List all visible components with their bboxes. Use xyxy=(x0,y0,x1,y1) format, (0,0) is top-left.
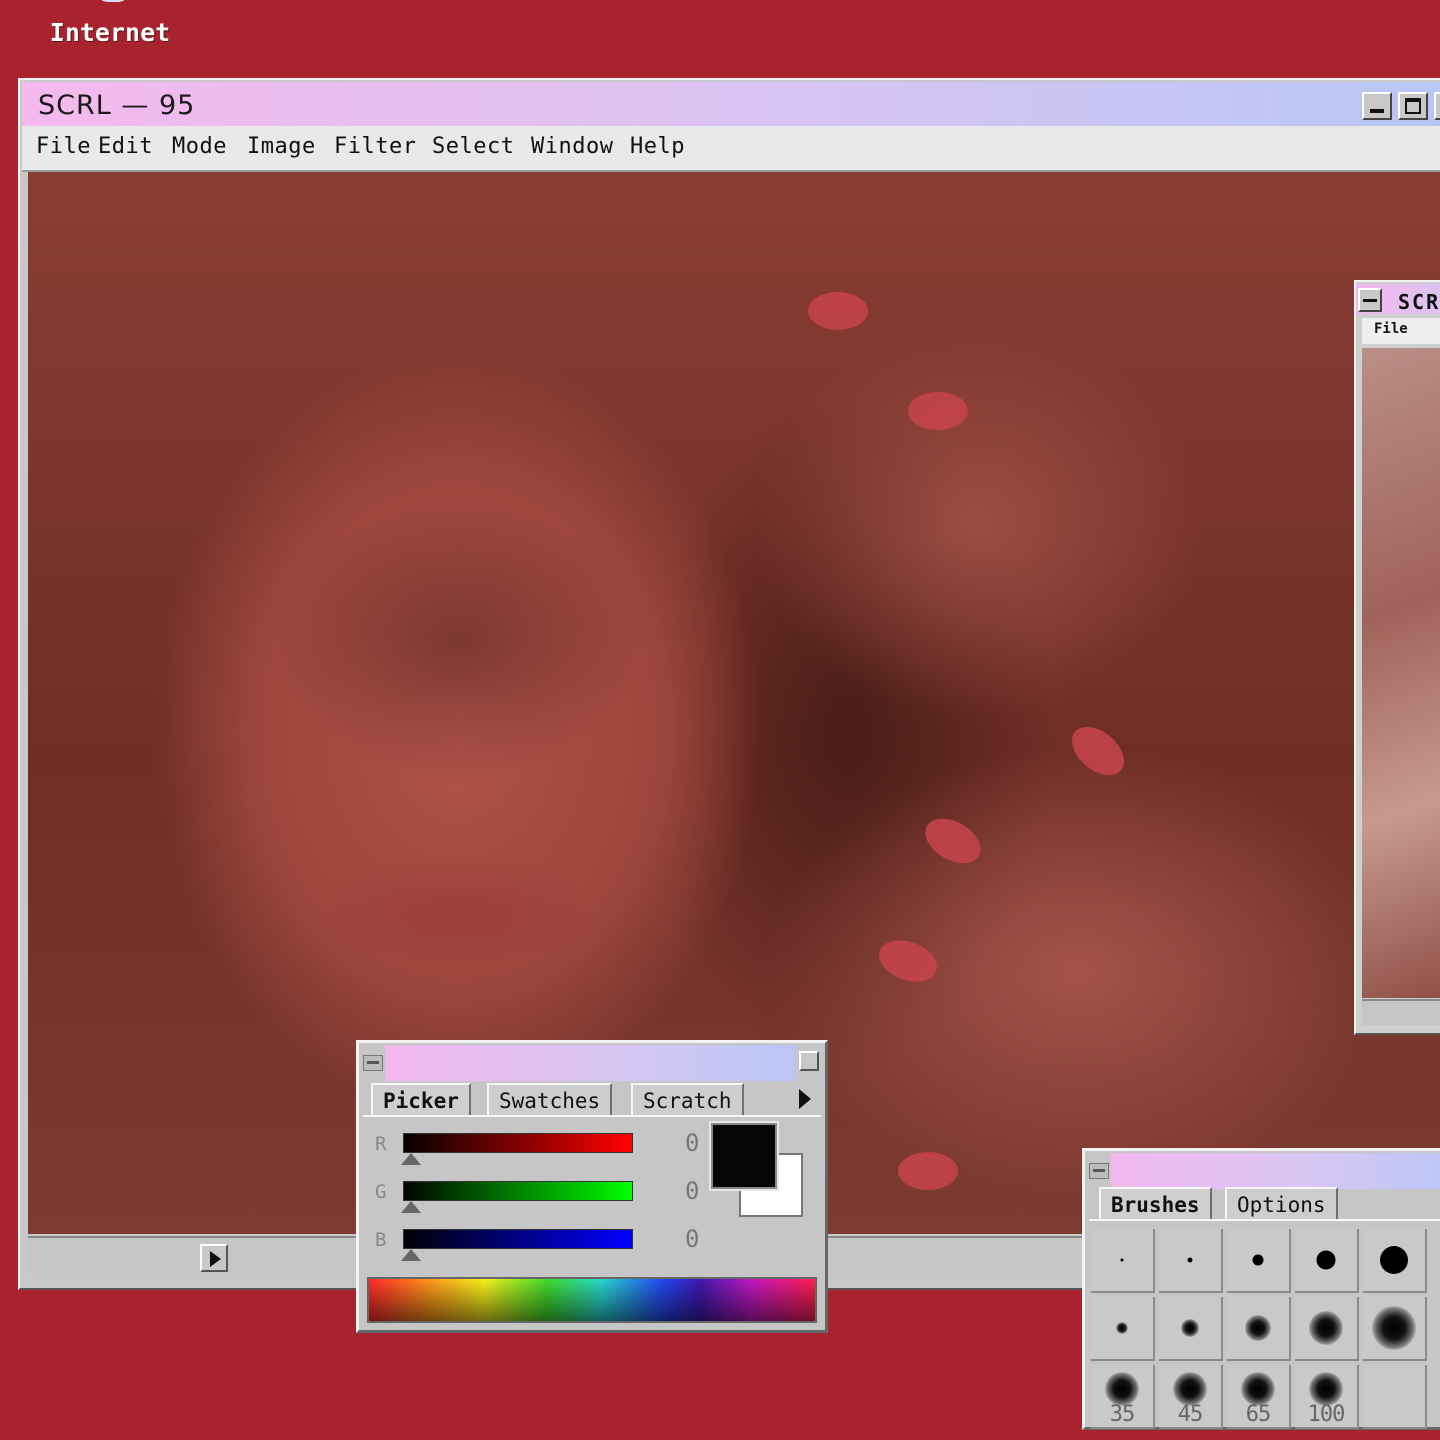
brushes-palette: Brushes Options 35 45 65 100 xyxy=(1082,1148,1440,1430)
title-bar[interactable]: SCRL — 95 xyxy=(22,82,1440,126)
secondary-menu-bar: File xyxy=(1362,318,1440,344)
menu-bar: File Edit Mode Image Filter Select Windo… xyxy=(22,126,1440,172)
soft-brush-tip-icon xyxy=(1105,1371,1139,1406)
brush-tip-icon xyxy=(1187,1257,1193,1263)
photo-detail xyxy=(808,292,868,330)
secondary-minimize-button[interactable] xyxy=(1358,288,1382,312)
soft-brush-tip-icon xyxy=(1309,1311,1343,1345)
green-slider[interactable] xyxy=(403,1181,633,1201)
brush-size-label: 35 xyxy=(1109,1402,1136,1427)
soft-brush-tip-icon xyxy=(1173,1371,1207,1406)
color-picker-palette: Picker Swatches Scratch R 0 G 0 B 0 xyxy=(356,1040,828,1333)
brush-cell[interactable] xyxy=(1159,1229,1223,1293)
menu-file[interactable]: File xyxy=(36,134,91,159)
red-value: 0 xyxy=(685,1129,700,1157)
brush-cell[interactable] xyxy=(1159,1297,1223,1361)
photo-detail xyxy=(917,809,989,873)
green-channel-label: G xyxy=(375,1181,387,1203)
soft-brush-tip-icon xyxy=(1116,1322,1128,1334)
menu-window[interactable]: Window xyxy=(531,134,613,159)
brush-tip-icon xyxy=(1120,1258,1124,1262)
menu-select[interactable]: Select xyxy=(432,134,514,159)
photo-detail xyxy=(898,1152,958,1190)
soft-brush-tip-icon xyxy=(1181,1319,1199,1337)
palette-title-bar[interactable] xyxy=(385,1045,795,1081)
menu-help[interactable]: Help xyxy=(630,134,685,159)
brush-cell[interactable] xyxy=(1091,1229,1155,1293)
tab-options[interactable]: Options xyxy=(1225,1187,1338,1219)
secondary-window: SCR File xyxy=(1354,280,1440,1035)
tab-divider xyxy=(363,1115,821,1117)
secondary-image-canvas[interactable] xyxy=(1362,348,1440,998)
brush-cell[interactable] xyxy=(1363,1229,1427,1293)
brush-cell[interactable] xyxy=(1227,1229,1291,1293)
brush-cell[interactable] xyxy=(1295,1297,1359,1361)
secondary-title-bar[interactable]: SCR xyxy=(1356,284,1440,314)
red-slider-thumb[interactable] xyxy=(401,1153,421,1165)
brush-cell[interactable] xyxy=(1091,1297,1155,1361)
brush-cell[interactable] xyxy=(1227,1297,1291,1361)
menu-image[interactable]: Image xyxy=(247,134,316,159)
menu-mode[interactable]: Mode xyxy=(172,134,227,159)
brushes-tab-divider xyxy=(1089,1219,1440,1221)
red-channel-label: R xyxy=(375,1133,387,1155)
tab-brushes[interactable]: Brushes xyxy=(1099,1187,1212,1219)
green-value: 0 xyxy=(685,1177,700,1205)
close-button[interactable] xyxy=(1434,92,1440,120)
minimize-button[interactable] xyxy=(1362,92,1392,120)
palette-close-button[interactable] xyxy=(363,1055,383,1071)
blue-slider-thumb[interactable] xyxy=(401,1249,421,1261)
brush-grid: 35 45 65 100 xyxy=(1091,1229,1440,1429)
brush-cell[interactable]: 100 xyxy=(1295,1365,1359,1429)
menu-filter[interactable]: Filter xyxy=(334,134,416,159)
tab-swatches[interactable]: Swatches xyxy=(487,1083,613,1115)
brushes-close-button[interactable] xyxy=(1089,1163,1109,1179)
photo-detail xyxy=(1062,717,1134,785)
secondary-window-title: SCR xyxy=(1398,290,1440,314)
blue-value: 0 xyxy=(685,1225,700,1253)
palette-collapse-button[interactable] xyxy=(799,1051,819,1071)
brush-cell[interactable] xyxy=(1363,1365,1427,1429)
soft-brush-tip-icon xyxy=(1245,1315,1271,1341)
internet-icon-label: Internet xyxy=(49,18,171,47)
blue-slider[interactable] xyxy=(403,1229,633,1249)
brush-cell[interactable]: 35 xyxy=(1091,1365,1155,1429)
secondary-scrollbar[interactable] xyxy=(1362,999,1440,1025)
brush-size-label: 45 xyxy=(1177,1402,1204,1427)
color-spectrum-bar[interactable] xyxy=(367,1277,817,1323)
soft-brush-tip-icon xyxy=(1241,1371,1275,1406)
globe-icon xyxy=(78,0,142,10)
brush-tip-icon xyxy=(1316,1250,1336,1270)
photo-detail xyxy=(873,932,943,990)
foreground-color-swatch[interactable] xyxy=(709,1121,779,1191)
blue-channel-label: B xyxy=(375,1229,387,1251)
menu-edit[interactable]: Edit xyxy=(98,134,153,159)
scroll-right-arrow[interactable] xyxy=(200,1244,228,1272)
secondary-menu-file[interactable]: File xyxy=(1374,321,1408,337)
brush-cell[interactable]: 45 xyxy=(1159,1365,1223,1429)
brush-size-label: 65 xyxy=(1245,1402,1272,1427)
brush-tip-icon xyxy=(1252,1254,1264,1266)
photo-detail xyxy=(908,392,968,430)
brush-size-label: 100 xyxy=(1307,1402,1346,1427)
brushes-title-bar[interactable] xyxy=(1111,1153,1440,1189)
tab-scratch[interactable]: Scratch xyxy=(631,1083,744,1115)
window-title: SCRL — 95 xyxy=(38,90,196,121)
brush-cell[interactable] xyxy=(1295,1229,1359,1293)
brush-cell[interactable]: 65 xyxy=(1227,1365,1291,1429)
internet-desktop-icon[interactable]: Internet xyxy=(30,0,190,47)
palette-menu-arrow-icon[interactable] xyxy=(793,1083,815,1115)
brush-tip-icon xyxy=(1380,1246,1408,1274)
maximize-button[interactable] xyxy=(1398,92,1428,120)
red-slider[interactable] xyxy=(403,1133,633,1153)
soft-brush-tip-icon xyxy=(1309,1371,1343,1406)
soft-brush-tip-icon xyxy=(1372,1306,1416,1350)
tab-picker[interactable]: Picker xyxy=(371,1083,471,1115)
green-slider-thumb[interactable] xyxy=(401,1201,421,1213)
brush-cell[interactable] xyxy=(1363,1297,1427,1361)
